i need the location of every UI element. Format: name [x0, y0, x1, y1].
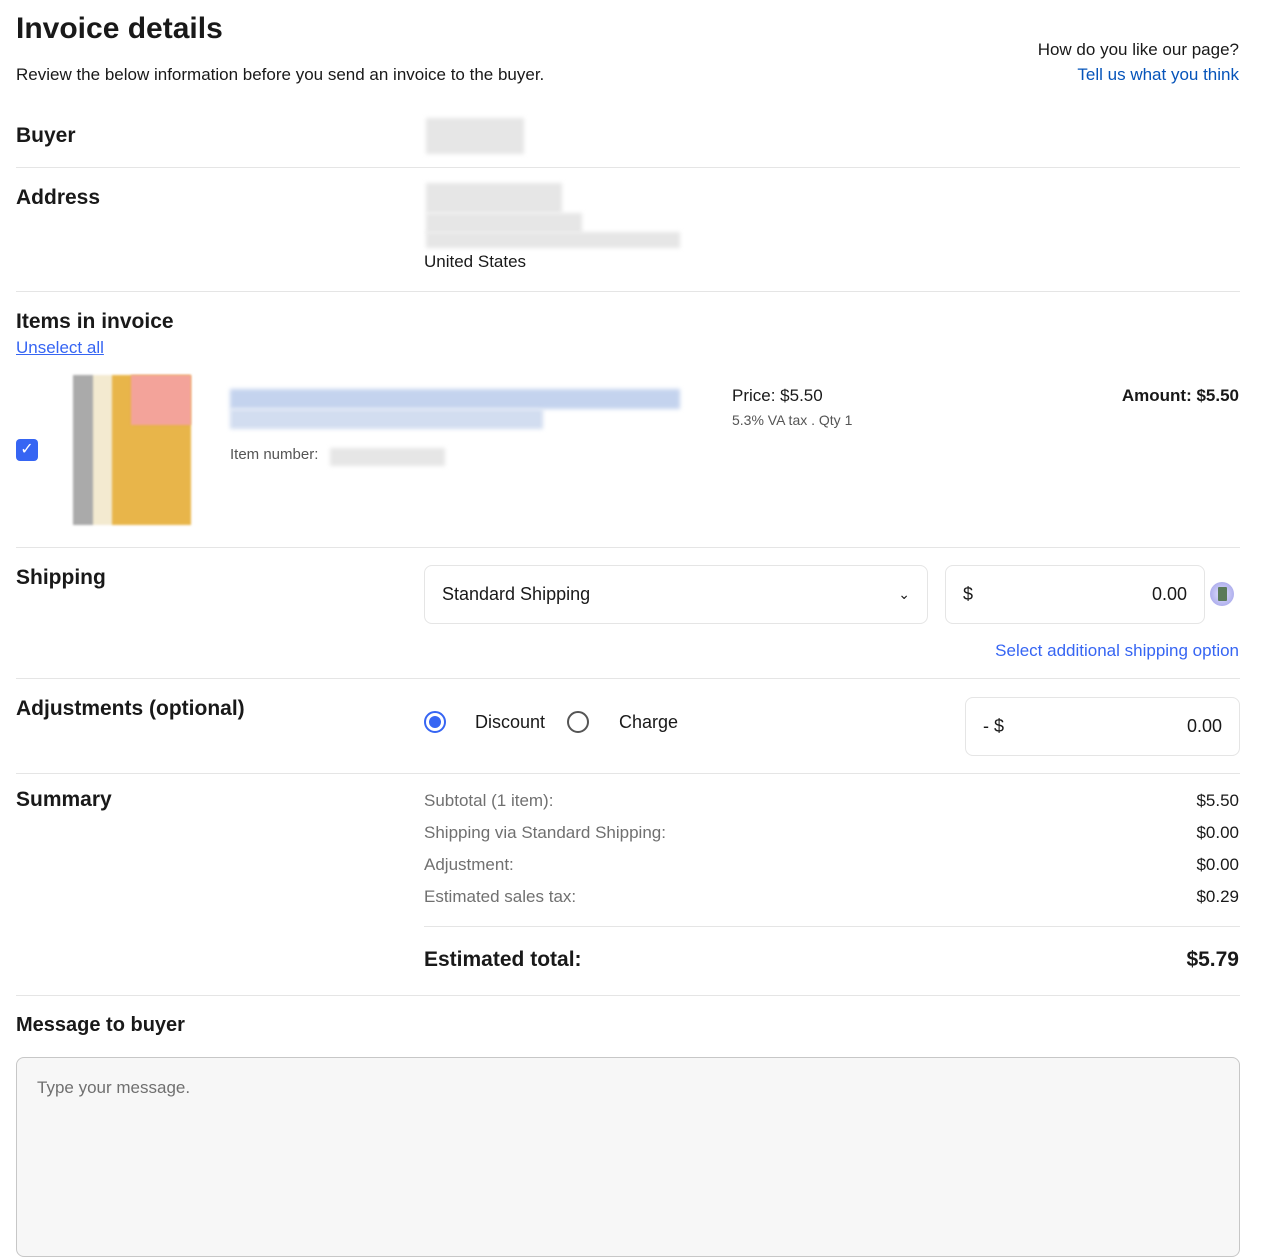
- adjustment-prefix: - $: [983, 716, 1004, 737]
- summary-row-value: $0.29: [1196, 887, 1239, 907]
- estimated-total-label: Estimated total:: [424, 948, 582, 972]
- adjustments-label: Adjustments (optional): [16, 697, 245, 721]
- buyer-label: Buyer: [16, 124, 76, 148]
- unselect-all-link[interactable]: Unselect all: [16, 338, 104, 358]
- message-textarea[interactable]: [16, 1057, 1240, 1257]
- divider: [16, 995, 1240, 996]
- estimated-total-value: $5.79: [1186, 948, 1239, 972]
- summary-row: Subtotal (1 item): $5.50: [424, 791, 1239, 811]
- additional-shipping-link[interactable]: Select additional shipping option: [995, 641, 1239, 661]
- divider: [16, 167, 1240, 168]
- item-title-redacted[interactable]: [230, 409, 543, 429]
- feedback-link[interactable]: Tell us what you think: [1077, 65, 1239, 85]
- summary-row: Adjustment: $0.00: [424, 855, 1239, 875]
- divider: [16, 547, 1240, 548]
- message-label: Message to buyer: [16, 1014, 185, 1037]
- shipping-method-select[interactable]: Standard Shipping ⌄: [424, 565, 928, 624]
- item-thumbnail-detail: [131, 375, 191, 425]
- items-label: Items in invoice: [16, 310, 174, 334]
- divider: [16, 678, 1240, 679]
- item-number-redacted: [330, 448, 445, 466]
- address-redacted: [426, 232, 680, 248]
- summary-row-label: Adjustment:: [424, 855, 514, 875]
- shipping-label: Shipping: [16, 566, 106, 590]
- charge-radio[interactable]: [567, 711, 589, 733]
- divider: [16, 291, 1240, 292]
- summary-row: Shipping via Standard Shipping: $0.00: [424, 823, 1239, 843]
- summary-label: Summary: [16, 788, 112, 812]
- chevron-down-icon: ⌄: [898, 586, 910, 603]
- summary-row-label: Estimated sales tax:: [424, 887, 576, 907]
- item-price: Price: $5.50: [732, 386, 823, 406]
- adjustment-amount-input[interactable]: - $ 0.00: [965, 697, 1240, 756]
- summary-row: Estimated sales tax: $0.29: [424, 887, 1239, 907]
- discount-radio[interactable]: [424, 711, 446, 733]
- buyer-name-redacted: [426, 118, 524, 154]
- divider: [16, 773, 1240, 774]
- address-redacted: [426, 213, 582, 233]
- page-title: Invoice details: [16, 12, 223, 46]
- summary-row-value: $0.00: [1196, 823, 1239, 843]
- page-subtitle: Review the below information before you …: [16, 65, 544, 85]
- item-amount: Amount: $5.50: [1122, 386, 1239, 406]
- calculator-icon[interactable]: [1210, 582, 1234, 606]
- address-redacted: [426, 183, 562, 213]
- divider: [424, 926, 1240, 927]
- address-label: Address: [16, 186, 100, 210]
- shipping-cost-value: 0.00: [1152, 584, 1187, 605]
- summary-row-label: Subtotal (1 item):: [424, 791, 553, 811]
- charge-label[interactable]: Charge: [619, 712, 678, 733]
- summary-row-value: $0.00: [1196, 855, 1239, 875]
- discount-label[interactable]: Discount: [475, 712, 545, 733]
- adjustment-value: 0.00: [1187, 716, 1222, 737]
- shipping-method-value: Standard Shipping: [442, 584, 590, 605]
- currency-symbol: $: [963, 584, 973, 605]
- feedback-question: How do you like our page?: [1038, 40, 1239, 60]
- item-title-redacted[interactable]: [230, 389, 680, 409]
- shipping-cost-input[interactable]: $ 0.00: [945, 565, 1205, 624]
- address-country: United States: [424, 252, 526, 272]
- estimated-total-row: Estimated total: $5.79: [424, 948, 1239, 972]
- item-tax-qty: 5.3% VA tax . Qty 1: [732, 412, 852, 428]
- summary-row-label: Shipping via Standard Shipping:: [424, 823, 666, 843]
- item-number-label: Item number:: [230, 446, 318, 463]
- summary-row-value: $5.50: [1196, 791, 1239, 811]
- item-checkbox[interactable]: ✓: [16, 439, 38, 461]
